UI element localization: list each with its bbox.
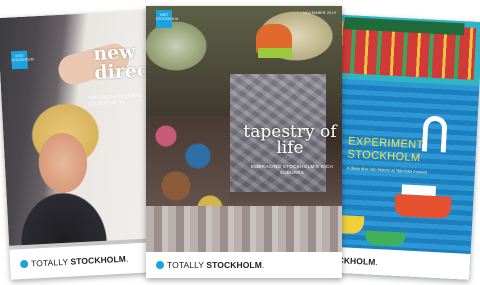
brand-strip: TOTALLY STOCKHOLM.	[146, 252, 342, 278]
brand-dot-icon	[156, 261, 164, 269]
boat-illustration-red	[394, 193, 452, 219]
cover-title-block: EXPERIMENT STOCKHOLM A deep dive into hi…	[347, 135, 449, 176]
brand-dot-icon	[19, 259, 29, 269]
cover-photo-scarf	[258, 48, 292, 58]
magazine-cover-new-directions[interactable]: VISIT STOCKHOLM new directi THE BRUSH TE…	[0, 10, 161, 280]
magazine-cover-tapestry-of-life[interactable]: VISIT STOCKHOLM NOVEMBER 2019 tapestry o…	[146, 6, 342, 278]
boat-illustration-green	[364, 230, 406, 247]
cover-footnote: AND BEHOLD: STOCKHOLM FILM FESTIVAL	[246, 268, 298, 276]
cover-photo-goods	[146, 206, 342, 252]
cover-headline: tapestry of life	[243, 122, 337, 158]
brand-wordmark: TOTALLY STOCKHOLM.	[30, 253, 129, 269]
visit-stockholm-badge: VISIT STOCKHOLM	[11, 50, 34, 70]
visit-stockholm-badge: VISIT STOCKHOLM	[156, 10, 178, 28]
cover-headline: EXPERIMENT STOCKHOLM	[347, 135, 424, 165]
brand-strip: TOTALLY STOCKHOLM.	[9, 241, 161, 280]
cover-subline: EMBRACING STOCKHOLM'S RICH SUBURBS	[250, 164, 334, 175]
issue-date: NOVEMBER 2019	[303, 11, 336, 15]
